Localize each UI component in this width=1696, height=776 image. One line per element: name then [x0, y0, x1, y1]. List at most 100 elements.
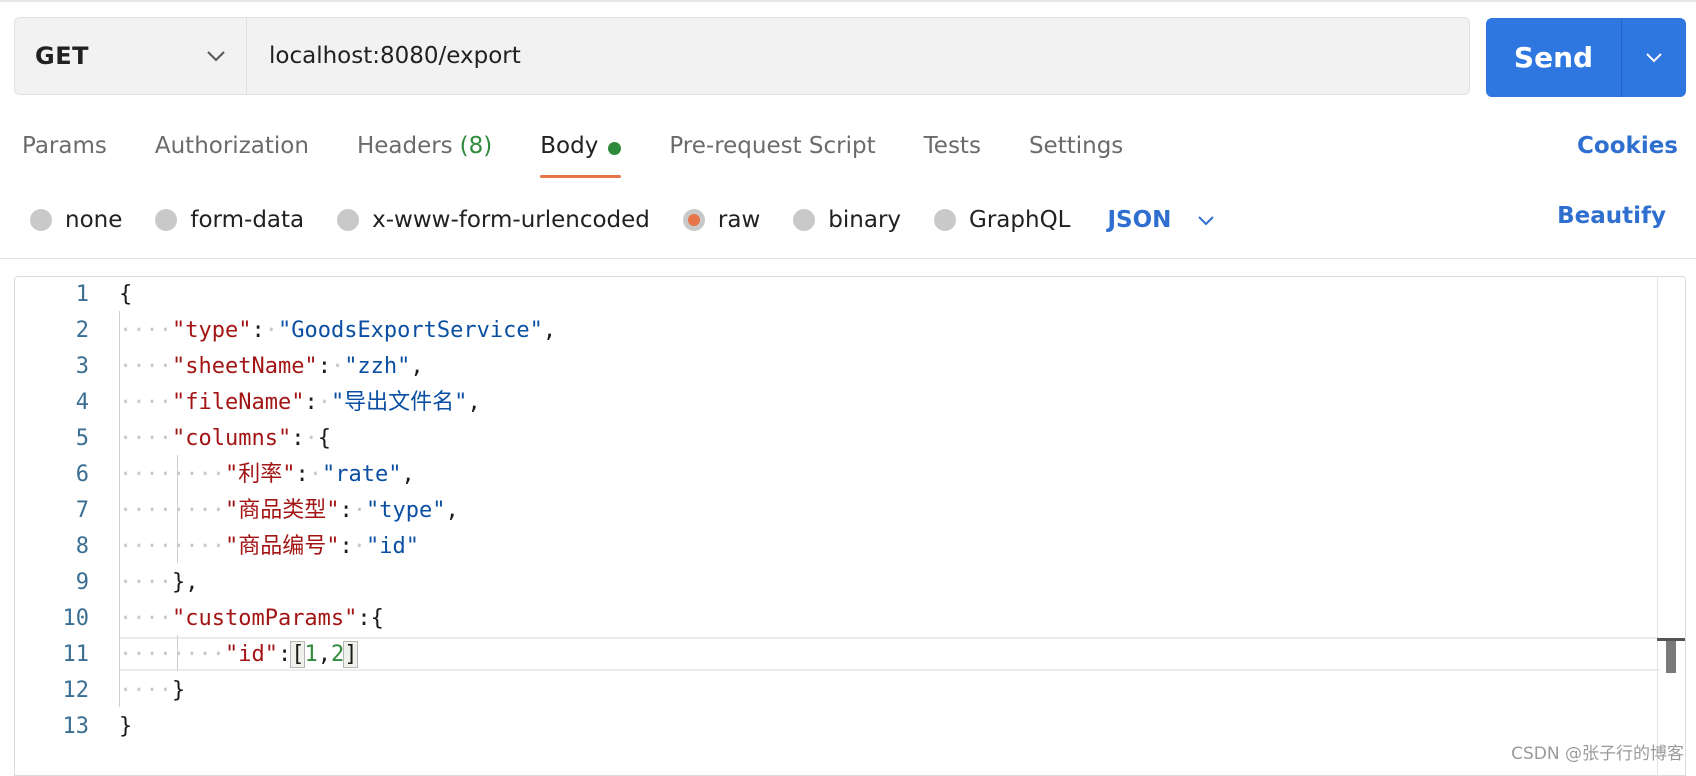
line-number: 4	[75, 390, 89, 415]
send-options-button[interactable]	[1621, 18, 1686, 97]
json-string: "导出文件名"	[330, 390, 468, 415]
code-editor[interactable]: 1 2 3 4 5 6 7 8 9 10 11 12 13 { ····"typ…	[14, 276, 1686, 776]
line-number: 5	[75, 426, 89, 451]
tab-label: Pre-request Script	[669, 133, 876, 159]
line-number: 3	[75, 354, 89, 379]
tab-headers[interactable]: Headers (8)	[357, 124, 492, 178]
tab-label: Body	[540, 133, 599, 159]
editor-scrollbar[interactable]	[1657, 277, 1685, 775]
json-key: "商品编号"	[224, 534, 340, 559]
radio-circle	[934, 209, 957, 231]
line-number: 7	[75, 498, 89, 523]
request-tabs: Params Authorization Headers (8) Body Pre…	[22, 124, 1171, 180]
json-number: 1	[304, 642, 318, 667]
radio-circle	[30, 209, 52, 231]
line-number: 6	[75, 462, 89, 487]
chevron-down-icon	[1198, 215, 1215, 225]
json-key: "customParams"	[171, 606, 358, 631]
json-key: "sheetName"	[171, 354, 318, 379]
json-string: "GoodsExportService"	[277, 318, 543, 343]
radio-label: raw	[717, 207, 761, 233]
tab-authorization[interactable]: Authorization	[155, 124, 309, 178]
line-number: 1	[75, 282, 89, 307]
watermark: CSDN @张子行的博客	[1511, 744, 1684, 764]
method-select[interactable]: GET	[15, 18, 247, 94]
send-button-group: Send	[1486, 18, 1686, 97]
code-line-10: ····"customParams":{	[119, 606, 384, 631]
tab-tests[interactable]: Tests	[924, 124, 981, 178]
send-button[interactable]: Send	[1486, 18, 1621, 97]
json-string: "id"	[365, 534, 419, 559]
radio-label: form-data	[190, 207, 305, 233]
code-line-13: }	[119, 714, 133, 739]
line-number-gutter: 1 2 3 4 5 6 7 8 9 10 11 12 13	[15, 277, 95, 775]
code-line-9: ····},	[119, 570, 199, 595]
json-key: "fileName"	[171, 390, 305, 415]
json-number: 2	[330, 642, 345, 667]
json-string: "type"	[365, 498, 446, 523]
code-content: { ····"type":·"GoodsExportService", ····…	[119, 277, 1657, 775]
radio-circle	[337, 209, 360, 231]
radio-raw[interactable]: raw	[682, 207, 761, 233]
radio-label: binary	[828, 207, 902, 233]
code-line-11: ········"id":[1,2]	[119, 641, 359, 668]
body-indicator-dot	[608, 142, 622, 155]
body-language-select[interactable]: JSON	[1108, 207, 1216, 233]
chevron-down-icon	[207, 51, 225, 62]
radio-circle	[793, 209, 816, 231]
radio-none[interactable]: none	[30, 207, 122, 233]
code-line-7: ········"商品类型":·"type",	[119, 498, 459, 523]
line-number: 13	[62, 714, 90, 739]
json-key: "商品类型"	[224, 498, 340, 523]
json-key: "columns"	[171, 426, 292, 451]
radio-form-data[interactable]: form-data	[155, 207, 304, 233]
tab-label: Authorization	[154, 133, 309, 159]
url-input[interactable]	[247, 18, 1469, 94]
json-key: "id"	[224, 642, 278, 667]
radio-binary[interactable]: binary	[793, 207, 901, 233]
radio-label: x-www-form-urlencoded	[372, 207, 650, 233]
radio-label: none	[65, 207, 123, 233]
chevron-down-icon	[1646, 53, 1662, 63]
code-line-8: ········"商品编号":·"id"	[119, 534, 419, 559]
line-number: 11	[62, 642, 90, 667]
radio-label: GraphQL	[969, 207, 1071, 233]
tab-params[interactable]: Params	[22, 124, 107, 178]
json-key: "利率"	[224, 462, 296, 487]
json-key: "type"	[171, 318, 252, 343]
tab-pre-request-script[interactable]: Pre-request Script	[669, 124, 875, 178]
line-number: 2	[75, 318, 89, 343]
radio-x-www-form-urlencoded[interactable]: x-www-form-urlencoded	[337, 207, 650, 233]
body-type-options: none form-data x-www-form-urlencoded raw…	[30, 200, 1215, 240]
code-line-6: ········"利率":·"rate",	[119, 462, 415, 487]
tab-settings[interactable]: Settings	[1029, 124, 1123, 178]
top-border	[0, 0, 1696, 2]
headers-count: (8)	[459, 133, 493, 159]
json-string: "zzh"	[344, 354, 411, 379]
request-bar: GET	[14, 17, 1470, 95]
code-line-4: ····"fileName":·"导出文件名",	[119, 390, 481, 415]
code-line-1: {	[119, 282, 133, 307]
radio-circle-checked	[682, 209, 705, 231]
code-line-12: ····}	[119, 678, 186, 703]
body-language-label: JSON	[1107, 207, 1172, 233]
radio-graphql[interactable]: GraphQL	[934, 207, 1071, 233]
code-line-5: ····"columns":·{	[119, 426, 331, 451]
line-number: 10	[62, 606, 90, 631]
code-line-2: ····"type":·"GoodsExportService",	[119, 318, 557, 343]
line-number: 9	[75, 570, 89, 595]
tab-label: Params	[22, 133, 107, 159]
tab-label: Tests	[923, 133, 981, 159]
beautify-button[interactable]: Beautify	[1557, 203, 1666, 229]
line-number: 12	[62, 678, 90, 703]
tab-label: Headers	[356, 133, 453, 159]
json-string: "rate"	[321, 462, 402, 487]
code-line-3: ····"sheetName":·"zzh",	[119, 354, 424, 379]
method-label: GET	[35, 42, 89, 70]
radio-circle	[155, 209, 178, 231]
scrollbar-thumb[interactable]	[1666, 641, 1676, 673]
line-number: 8	[75, 534, 89, 559]
tab-label: Settings	[1028, 133, 1124, 159]
tab-body[interactable]: Body	[540, 124, 622, 178]
cookies-link[interactable]: Cookies	[1577, 133, 1678, 159]
